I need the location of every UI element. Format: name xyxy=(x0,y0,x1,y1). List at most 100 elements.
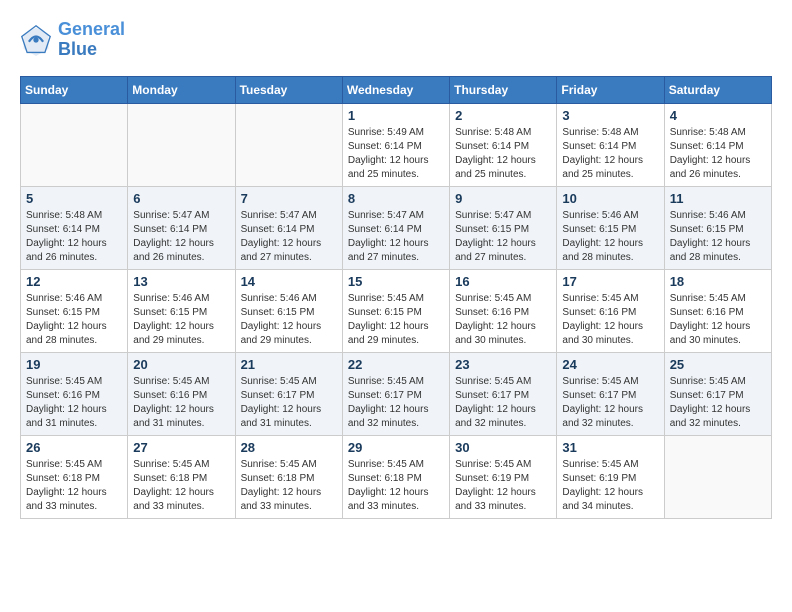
calendar-header-row: SundayMondayTuesdayWednesdayThursdayFrid… xyxy=(21,76,772,103)
calendar-cell: 11 Sunrise: 5:46 AM Sunset: 6:15 PM Dayli… xyxy=(664,186,771,269)
calendar-cell: 22 Sunrise: 5:45 AM Sunset: 6:17 PM Dayli… xyxy=(342,352,449,435)
day-number: 29 xyxy=(348,440,444,455)
calendar-cell: 6 Sunrise: 5:47 AM Sunset: 6:14 PM Daylig… xyxy=(128,186,235,269)
day-info: Sunrise: 5:46 AM Sunset: 6:15 PM Dayligh… xyxy=(562,209,658,265)
calendar-cell: 1 Sunrise: 5:49 AM Sunset: 6:14 PM Daylig… xyxy=(342,103,449,186)
day-info: Sunrise: 5:46 AM Sunset: 6:15 PM Dayligh… xyxy=(670,209,766,265)
day-header-friday: Friday xyxy=(557,76,664,103)
calendar-cell: 9Sunrise: 5:47 AM Sunset: 6:15 PM Daylig… xyxy=(450,186,557,269)
day-number: 3 xyxy=(562,108,658,123)
day-number: 11 xyxy=(670,191,766,206)
day-number: 20 xyxy=(133,357,229,372)
day-info: Sunrise: 5:45 AM Sunset: 6:17 PM Dayligh… xyxy=(348,375,444,431)
day-number: 14 xyxy=(241,274,337,289)
logo-icon xyxy=(20,24,52,56)
calendar-cell: 25 Sunrise: 5:45 AM Sunset: 6:17 PM Dayli… xyxy=(664,352,771,435)
day-info: Sunrise: 5:45 AM Sunset: 6:18 PM Dayligh… xyxy=(133,458,229,514)
day-info: Sunrise: 5:47 AM Sunset: 6:14 PM Dayligh… xyxy=(241,209,337,265)
calendar-week-row: 26 Sunrise: 5:45 AM Sunset: 6:18 PM Dayli… xyxy=(21,435,772,518)
logo-text: General Blue xyxy=(58,20,125,60)
calendar-cell: 28Sunrise: 5:45 AM Sunset: 6:18 PM Dayli… xyxy=(235,435,342,518)
day-number: 19 xyxy=(26,357,122,372)
day-info: Sunrise: 5:46 AM Sunset: 6:15 PM Dayligh… xyxy=(26,292,122,348)
day-header-sunday: Sunday xyxy=(21,76,128,103)
day-number: 5 xyxy=(26,191,122,206)
calendar-cell: 16 Sunrise: 5:45 AM Sunset: 6:16 PM Dayli… xyxy=(450,269,557,352)
day-number: 8 xyxy=(348,191,444,206)
day-info: Sunrise: 5:45 AM Sunset: 6:18 PM Dayligh… xyxy=(348,458,444,514)
day-number: 15 xyxy=(348,274,444,289)
calendar-table: SundayMondayTuesdayWednesdayThursdayFrid… xyxy=(20,76,772,519)
calendar-cell: 15Sunrise: 5:45 AM Sunset: 6:15 PM Dayli… xyxy=(342,269,449,352)
page-header: General Blue xyxy=(20,20,772,60)
day-info: Sunrise: 5:47 AM Sunset: 6:14 PM Dayligh… xyxy=(133,209,229,265)
day-number: 12 xyxy=(26,274,122,289)
logo: General Blue xyxy=(20,20,125,60)
day-number: 21 xyxy=(241,357,337,372)
day-info: Sunrise: 5:45 AM Sunset: 6:19 PM Dayligh… xyxy=(455,458,551,514)
day-header-monday: Monday xyxy=(128,76,235,103)
day-number: 31 xyxy=(562,440,658,455)
calendar-cell: 12 Sunrise: 5:46 AM Sunset: 6:15 PM Dayli… xyxy=(21,269,128,352)
calendar-cell: 14 Sunrise: 5:46 AM Sunset: 6:15 PM Dayli… xyxy=(235,269,342,352)
day-info: Sunrise: 5:45 AM Sunset: 6:17 PM Dayligh… xyxy=(562,375,658,431)
calendar-week-row: 19 Sunrise: 5:45 AM Sunset: 6:16 PM Dayli… xyxy=(21,352,772,435)
day-header-tuesday: Tuesday xyxy=(235,76,342,103)
day-header-saturday: Saturday xyxy=(664,76,771,103)
calendar-cell: 23 Sunrise: 5:45 AM Sunset: 6:17 PM Dayli… xyxy=(450,352,557,435)
calendar-cell: 27Sunrise: 5:45 AM Sunset: 6:18 PM Dayli… xyxy=(128,435,235,518)
day-info: Sunrise: 5:45 AM Sunset: 6:16 PM Dayligh… xyxy=(26,375,122,431)
day-info: Sunrise: 5:45 AM Sunset: 6:16 PM Dayligh… xyxy=(455,292,551,348)
calendar-cell: 30 Sunrise: 5:45 AM Sunset: 6:19 PM Dayli… xyxy=(450,435,557,518)
calendar-cell: 8 Sunrise: 5:47 AM Sunset: 6:14 PM Daylig… xyxy=(342,186,449,269)
day-info: Sunrise: 5:49 AM Sunset: 6:14 PM Dayligh… xyxy=(348,126,444,182)
calendar-cell: 31 Sunrise: 5:45 AM Sunset: 6:19 PM Dayli… xyxy=(557,435,664,518)
calendar-cell: 3 Sunrise: 5:48 AM Sunset: 6:14 PM Daylig… xyxy=(557,103,664,186)
calendar-cell: 17 Sunrise: 5:45 AM Sunset: 6:16 PM Dayli… xyxy=(557,269,664,352)
day-info: Sunrise: 5:45 AM Sunset: 6:16 PM Dayligh… xyxy=(670,292,766,348)
calendar-cell: 20 Sunrise: 5:45 AM Sunset: 6:16 PM Dayli… xyxy=(128,352,235,435)
calendar-cell xyxy=(235,103,342,186)
calendar-cell: 24 Sunrise: 5:45 AM Sunset: 6:17 PM Dayli… xyxy=(557,352,664,435)
day-info: Sunrise: 5:45 AM Sunset: 6:19 PM Dayligh… xyxy=(562,458,658,514)
day-info: Sunrise: 5:45 AM Sunset: 6:16 PM Dayligh… xyxy=(562,292,658,348)
calendar-week-row: 12 Sunrise: 5:46 AM Sunset: 6:15 PM Dayli… xyxy=(21,269,772,352)
day-info: Sunrise: 5:47 AM Sunset: 6:14 PM Dayligh… xyxy=(348,209,444,265)
day-number: 25 xyxy=(670,357,766,372)
calendar-cell: 2 Sunrise: 5:48 AM Sunset: 6:14 PM Daylig… xyxy=(450,103,557,186)
day-number: 2 xyxy=(455,108,551,123)
day-info: Sunrise: 5:48 AM Sunset: 6:14 PM Dayligh… xyxy=(562,126,658,182)
day-number: 9 xyxy=(455,191,551,206)
day-number: 16 xyxy=(455,274,551,289)
day-header-wednesday: Wednesday xyxy=(342,76,449,103)
day-number: 26 xyxy=(26,440,122,455)
calendar-cell xyxy=(21,103,128,186)
calendar-cell xyxy=(128,103,235,186)
day-number: 22 xyxy=(348,357,444,372)
calendar-cell: 4Sunrise: 5:48 AM Sunset: 6:14 PM Daylig… xyxy=(664,103,771,186)
day-number: 24 xyxy=(562,357,658,372)
calendar-cell: 26 Sunrise: 5:45 AM Sunset: 6:18 PM Dayli… xyxy=(21,435,128,518)
day-info: Sunrise: 5:45 AM Sunset: 6:16 PM Dayligh… xyxy=(133,375,229,431)
day-info: Sunrise: 5:46 AM Sunset: 6:15 PM Dayligh… xyxy=(241,292,337,348)
day-number: 28 xyxy=(241,440,337,455)
day-info: Sunrise: 5:45 AM Sunset: 6:17 PM Dayligh… xyxy=(670,375,766,431)
day-number: 13 xyxy=(133,274,229,289)
day-info: Sunrise: 5:45 AM Sunset: 6:17 PM Dayligh… xyxy=(455,375,551,431)
day-info: Sunrise: 5:45 AM Sunset: 6:18 PM Dayligh… xyxy=(26,458,122,514)
calendar-cell: 29 Sunrise: 5:45 AM Sunset: 6:18 PM Dayli… xyxy=(342,435,449,518)
calendar-cell xyxy=(664,435,771,518)
calendar-week-row: 5 Sunrise: 5:48 AM Sunset: 6:14 PM Daylig… xyxy=(21,186,772,269)
day-number: 17 xyxy=(562,274,658,289)
day-number: 1 xyxy=(348,108,444,123)
calendar-cell: 13Sunrise: 5:46 AM Sunset: 6:15 PM Dayli… xyxy=(128,269,235,352)
day-info: Sunrise: 5:48 AM Sunset: 6:14 PM Dayligh… xyxy=(26,209,122,265)
day-number: 23 xyxy=(455,357,551,372)
day-number: 10 xyxy=(562,191,658,206)
day-number: 6 xyxy=(133,191,229,206)
calendar-cell: 10 Sunrise: 5:46 AM Sunset: 6:15 PM Dayli… xyxy=(557,186,664,269)
day-info: Sunrise: 5:48 AM Sunset: 6:14 PM Dayligh… xyxy=(670,126,766,182)
calendar-cell: 21Sunrise: 5:45 AM Sunset: 6:17 PM Dayli… xyxy=(235,352,342,435)
day-number: 30 xyxy=(455,440,551,455)
day-info: Sunrise: 5:48 AM Sunset: 6:14 PM Dayligh… xyxy=(455,126,551,182)
